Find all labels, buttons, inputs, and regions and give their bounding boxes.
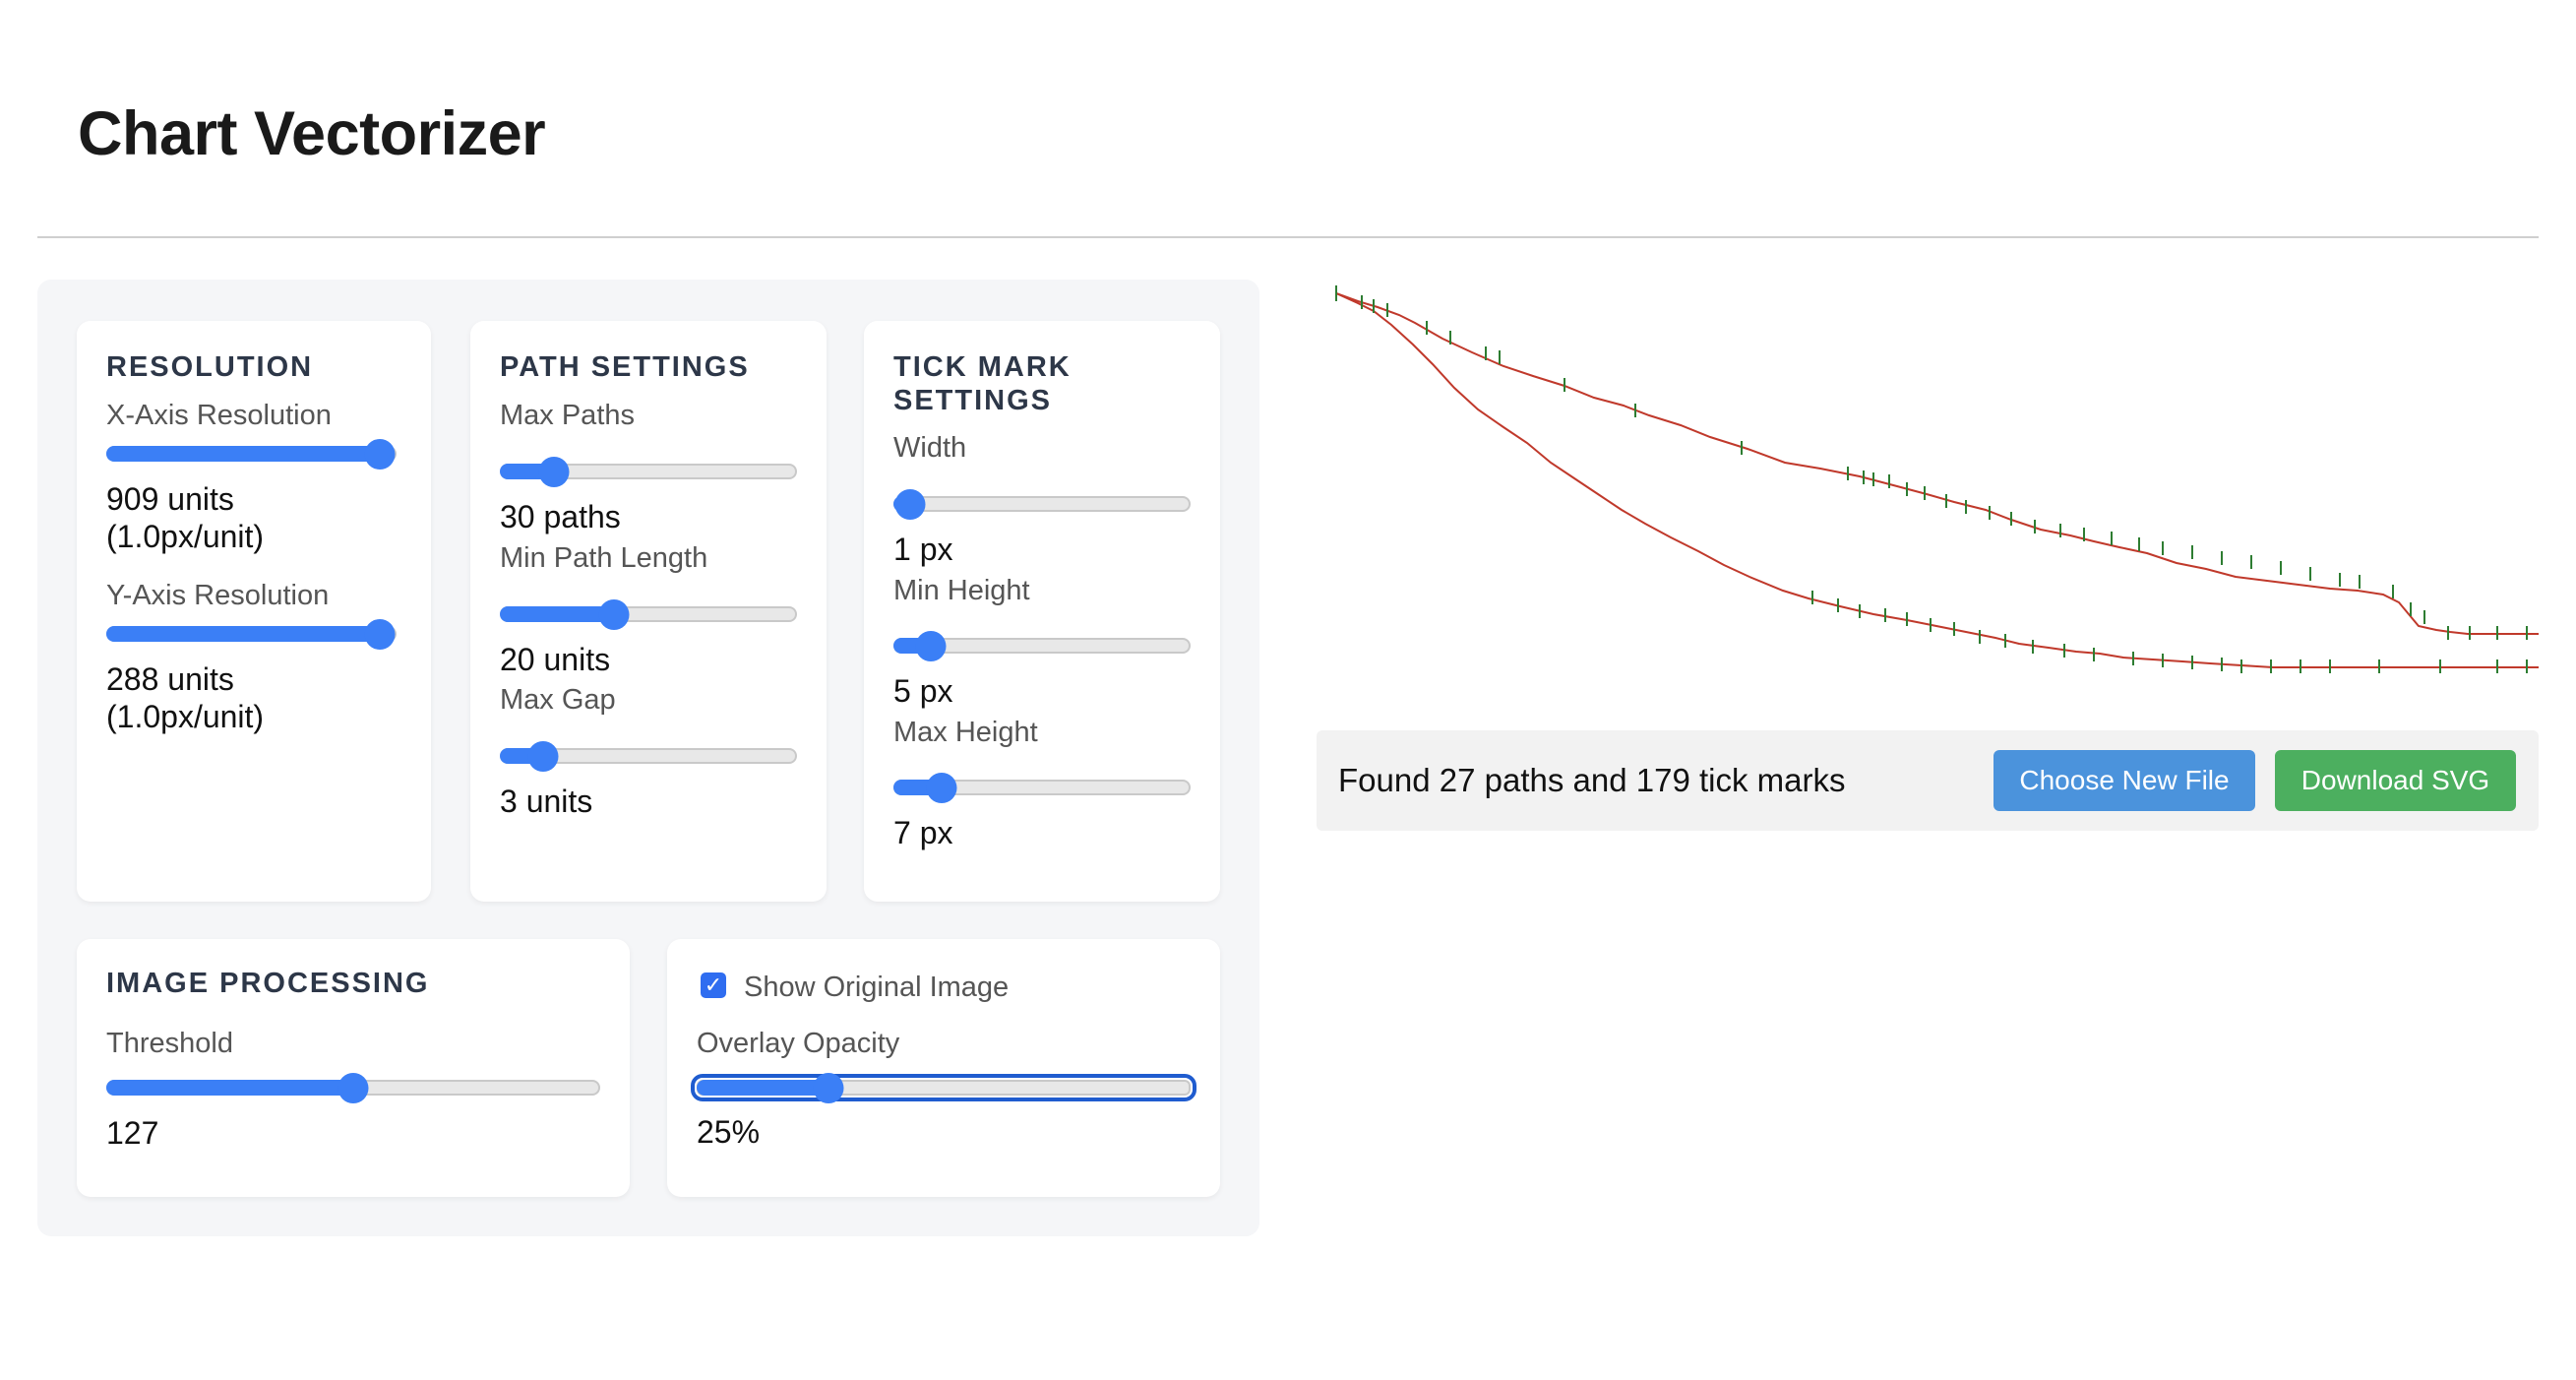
tick-settings-heading: TICK MARK SETTINGS [893,351,1072,416]
min-height-slider[interactable] [893,631,1191,661]
x-resolution-slider[interactable] [106,439,397,470]
slider-thumb[interactable] [813,1073,844,1103]
tick-width-slider[interactable] [893,489,1191,520]
slider-thumb[interactable] [926,773,957,803]
status-bar: Found 27 paths and 179 tick marks Choose… [1317,730,2539,831]
show-original-label[interactable]: Show Original Image [744,972,1009,1004]
max-gap-value: 3 units [500,784,593,819]
slider-thumb[interactable] [364,619,396,650]
y-resolution-label: Y-Axis Resolution [106,580,330,611]
slider-fill [106,626,380,642]
overlay-opacity-slider[interactable] [691,1073,1196,1103]
vector-preview [1317,280,2576,673]
overlay-card: ✓ Show Original Image Overlay Opacity 25… [667,939,1220,1197]
max-paths-value: 30 paths [500,499,621,534]
max-height-value: 7 px [893,815,953,850]
threshold-value: 127 [106,1115,159,1151]
y-resolution-value: 288 units [106,661,234,697]
max-gap-slider[interactable] [500,741,797,772]
slider-fill [106,446,380,462]
x-resolution-label: X-Axis Resolution [106,400,332,431]
slider-thumb[interactable] [915,631,947,661]
show-original-checkbox[interactable]: ✓ [701,972,726,998]
min-height-label: Min Height [893,575,1030,606]
slider-thumb[interactable] [337,1073,369,1103]
slider-thumb[interactable] [364,439,396,470]
tick-settings-card: TICK MARK SETTINGS Width 1 px Min Height… [864,321,1220,902]
lower-curve-path [1335,292,2558,668]
threshold-label: Threshold [106,1028,233,1059]
y-resolution-value-sub: (1.0px/unit) [106,699,265,734]
y-resolution-slider[interactable] [106,619,397,650]
controls-panel: RESOLUTION X-Axis Resolution 909 units (… [37,280,1259,1236]
resolution-heading: RESOLUTION [106,351,314,383]
tick-marks [1335,285,2559,673]
vector-preview-svg [1335,285,2576,673]
slider-thumb[interactable] [538,457,570,487]
slider-thumb[interactable] [894,489,926,520]
slider-thumb[interactable] [598,599,630,630]
slider-thumb[interactable] [527,741,559,772]
min-path-length-slider[interactable] [500,599,797,630]
status-message: Found 27 paths and 179 tick marks [1338,762,1846,798]
download-svg-button[interactable]: Download SVG [2275,750,2516,811]
max-height-slider[interactable] [893,773,1191,803]
min-path-length-label: Min Path Length [500,542,708,574]
min-height-value: 5 px [893,673,953,709]
min-path-length-value: 20 units [500,642,611,677]
upper-curve-path [1335,292,2576,635]
max-paths-slider[interactable] [500,457,797,487]
header-divider [37,236,2539,238]
overlay-opacity-value: 25% [697,1114,761,1150]
image-processing-heading: IMAGE PROCESSING [106,968,430,999]
choose-new-file-button[interactable]: Choose New File [1993,750,2255,811]
max-height-label: Max Height [893,717,1038,748]
slider-fill [500,606,615,622]
x-resolution-value-sub: (1.0px/unit) [106,519,265,554]
slider-fill [106,1080,353,1096]
path-settings-heading: PATH SETTINGS [500,351,750,383]
max-gap-label: Max Gap [500,684,616,716]
overlay-opacity-label: Overlay Opacity [697,1028,900,1059]
image-processing-card: IMAGE PROCESSING Threshold 127 [77,939,630,1197]
threshold-slider[interactable] [106,1073,600,1103]
tick-width-label: Width [893,432,967,464]
max-paths-label: Max Paths [500,400,635,431]
x-resolution-value: 909 units [106,481,234,517]
resolution-card: RESOLUTION X-Axis Resolution 909 units (… [77,321,431,902]
slider-fill [697,1080,828,1096]
page-title: Chart Vectorizer [78,99,546,168]
tick-width-value: 1 px [893,532,953,567]
path-settings-card: PATH SETTINGS Max Paths 30 paths Min Pat… [470,321,827,902]
